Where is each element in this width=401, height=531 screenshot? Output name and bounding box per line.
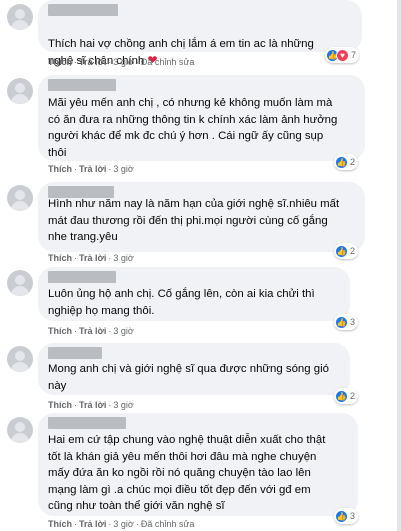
reply-button[interactable]: Trả lời <box>79 253 106 263</box>
commenter-name[interactable] <box>48 347 102 359</box>
comment-actions: Thích · Trả lời · 3 giờ <box>48 326 134 336</box>
reaction-count: 2 <box>350 246 356 256</box>
comment-actions: Thích · Trả lời · 3 giờ <box>48 164 134 174</box>
separator: · <box>108 253 112 263</box>
reply-button[interactable]: Trả lời <box>79 519 106 529</box>
separator: · <box>135 57 139 67</box>
like-icon: 👍 <box>335 155 348 169</box>
edited-label[interactable]: Đã chỉnh sửa <box>141 57 195 67</box>
comment-actions: Thích · Trả lời · 3 giờ · Đã chỉnh sửa <box>48 57 194 67</box>
comment-time[interactable]: 3 giờ <box>113 519 133 529</box>
comment-bubble: Hình như năm nay là năm hạn của giới ngh… <box>38 182 365 252</box>
reply-button[interactable]: Trả lời <box>79 164 106 174</box>
edited-label[interactable]: Đã chỉnh sửa <box>141 519 195 529</box>
avatar[interactable] <box>7 346 33 372</box>
reaction-summary[interactable]: 👍 2 <box>334 388 359 404</box>
separator: · <box>135 519 139 529</box>
avatar[interactable] <box>7 270 33 296</box>
like-icon: 👍 <box>335 315 348 329</box>
avatar[interactable] <box>7 417 33 443</box>
like-icon: 👍 <box>335 509 348 523</box>
like-button[interactable]: Thích <box>48 57 72 67</box>
separator: · <box>108 326 112 336</box>
comment-actions: Thích · Trả lời · 3 giờ <box>48 253 134 263</box>
like-button[interactable]: Thích <box>48 519 72 529</box>
like-button[interactable]: Thích <box>48 253 72 263</box>
reaction-summary[interactable]: 👍 ♥ 7 <box>325 47 360 63</box>
commenter-name[interactable] <box>48 4 118 16</box>
love-icon: ♥ <box>336 48 349 62</box>
reaction-count: 3 <box>350 317 356 327</box>
comment-text: Mãi yêu mến anh chị , có nhưng kẻ không … <box>48 97 338 159</box>
avatar[interactable] <box>7 4 33 30</box>
reaction-summary[interactable]: 👍 2 <box>334 243 359 259</box>
like-icon: 👍 <box>335 244 348 258</box>
avatar[interactable] <box>7 78 33 104</box>
reaction-count: 3 <box>350 511 356 521</box>
reply-button[interactable]: Trả lời <box>79 326 106 336</box>
comment-time[interactable]: 3 giờ <box>113 253 133 263</box>
separator: · <box>74 253 77 263</box>
reaction-summary[interactable]: 👍 3 <box>334 314 359 330</box>
comment-bubble: Thích hai vợ chồng anh chị lắm á em tin … <box>38 0 362 67</box>
separator: · <box>74 519 77 529</box>
separator: · <box>74 57 77 67</box>
comment-actions: Thích · Trả lời · 3 giờ · Đã chỉnh sửa <box>48 519 194 529</box>
comment-time[interactable]: 3 giờ <box>113 57 133 67</box>
comment-bubble: Mãi yêu mến anh chị , có nhưng kẻ không … <box>38 75 365 161</box>
separator: · <box>108 57 112 67</box>
comment-text: Hình như năm nay là năm hạn của giới ngh… <box>48 198 340 243</box>
like-icon: 👍 <box>335 389 348 403</box>
like-button[interactable]: Thích <box>48 164 72 174</box>
separator: · <box>108 519 112 529</box>
separator: · <box>108 400 112 410</box>
reaction-summary[interactable]: 👍 2 <box>334 154 359 170</box>
comment-time[interactable]: 3 giờ <box>113 326 133 336</box>
reaction-count: 2 <box>350 391 356 401</box>
reaction-count: 7 <box>351 50 357 60</box>
commenter-name[interactable] <box>48 79 116 91</box>
separator: · <box>74 164 77 174</box>
separator: · <box>74 400 77 410</box>
avatar[interactable] <box>7 185 33 211</box>
comment-bubble: Mong anh chị và giới nghệ sĩ qua được nh… <box>38 343 350 395</box>
commenter-name[interactable] <box>48 271 116 283</box>
reply-button[interactable]: Trả lời <box>79 400 106 410</box>
comment-time[interactable]: 3 giờ <box>113 400 133 410</box>
like-button[interactable]: Thích <box>48 400 72 410</box>
comment-text: Hai em cứ tập chung vào nghệ thuật diễn … <box>48 434 326 512</box>
like-button[interactable]: Thích <box>48 326 72 336</box>
separator: · <box>74 326 77 336</box>
commenter-name[interactable] <box>48 417 126 429</box>
comment-bubble: Luôn ủng hộ anh chị. Cố gắng lên, còn ai… <box>38 267 350 321</box>
comment-actions: Thích · Trả lời · 3 giờ <box>48 400 134 410</box>
reply-button[interactable]: Trả lời <box>79 57 106 67</box>
comment-time[interactable]: 3 giờ <box>113 164 133 174</box>
comment-bubble: Hai em cứ tập chung vào nghệ thuật diễn … <box>38 413 358 516</box>
comment-text: Mong anh chị và giới nghệ sĩ qua được nh… <box>48 363 329 392</box>
scrollbar-track[interactable] <box>397 0 401 531</box>
reaction-summary[interactable]: 👍 3 <box>334 508 359 524</box>
separator: · <box>108 164 112 174</box>
reaction-count: 2 <box>350 157 356 167</box>
comment-text: Luôn ủng hộ anh chị. Cố gắng lên, còn ai… <box>48 288 315 317</box>
